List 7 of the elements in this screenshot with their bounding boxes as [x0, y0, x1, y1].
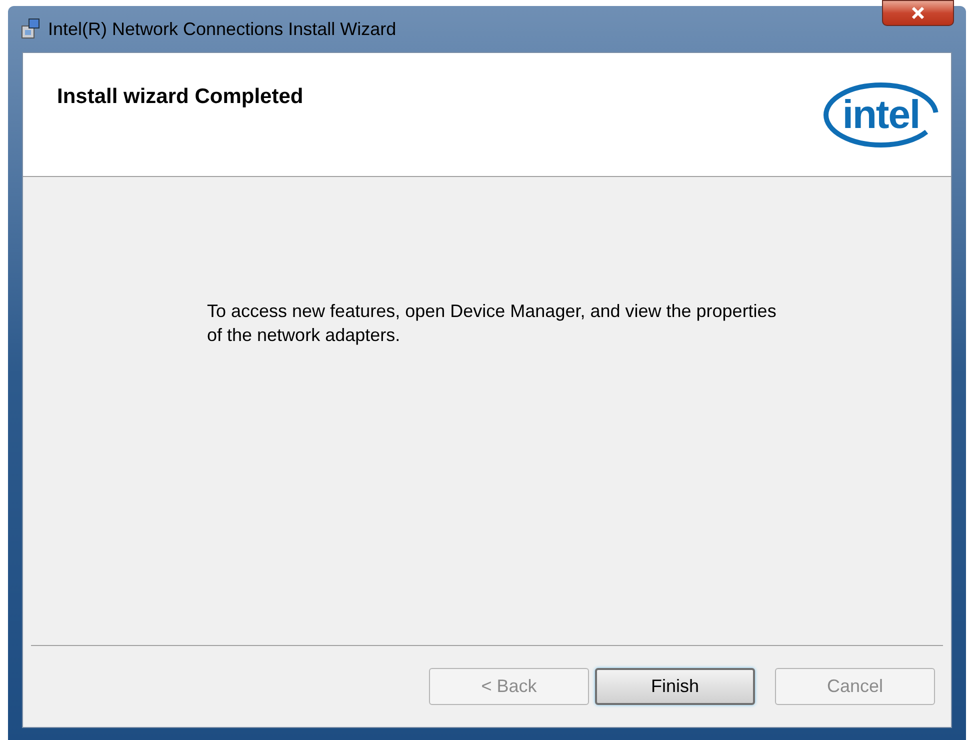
- header-title: Install wizard Completed: [57, 84, 304, 110]
- close-button[interactable]: [882, 0, 954, 26]
- close-icon: [911, 7, 925, 19]
- wizard-button[interactable]: Finish: [595, 668, 755, 705]
- info-message: To access new features, open Device Manager, and view the properties of the network adapters.: [207, 300, 777, 347]
- window-title: Intel(R) Network Connections Install Wizard: [48, 18, 396, 41]
- installer-icon: [20, 18, 42, 40]
